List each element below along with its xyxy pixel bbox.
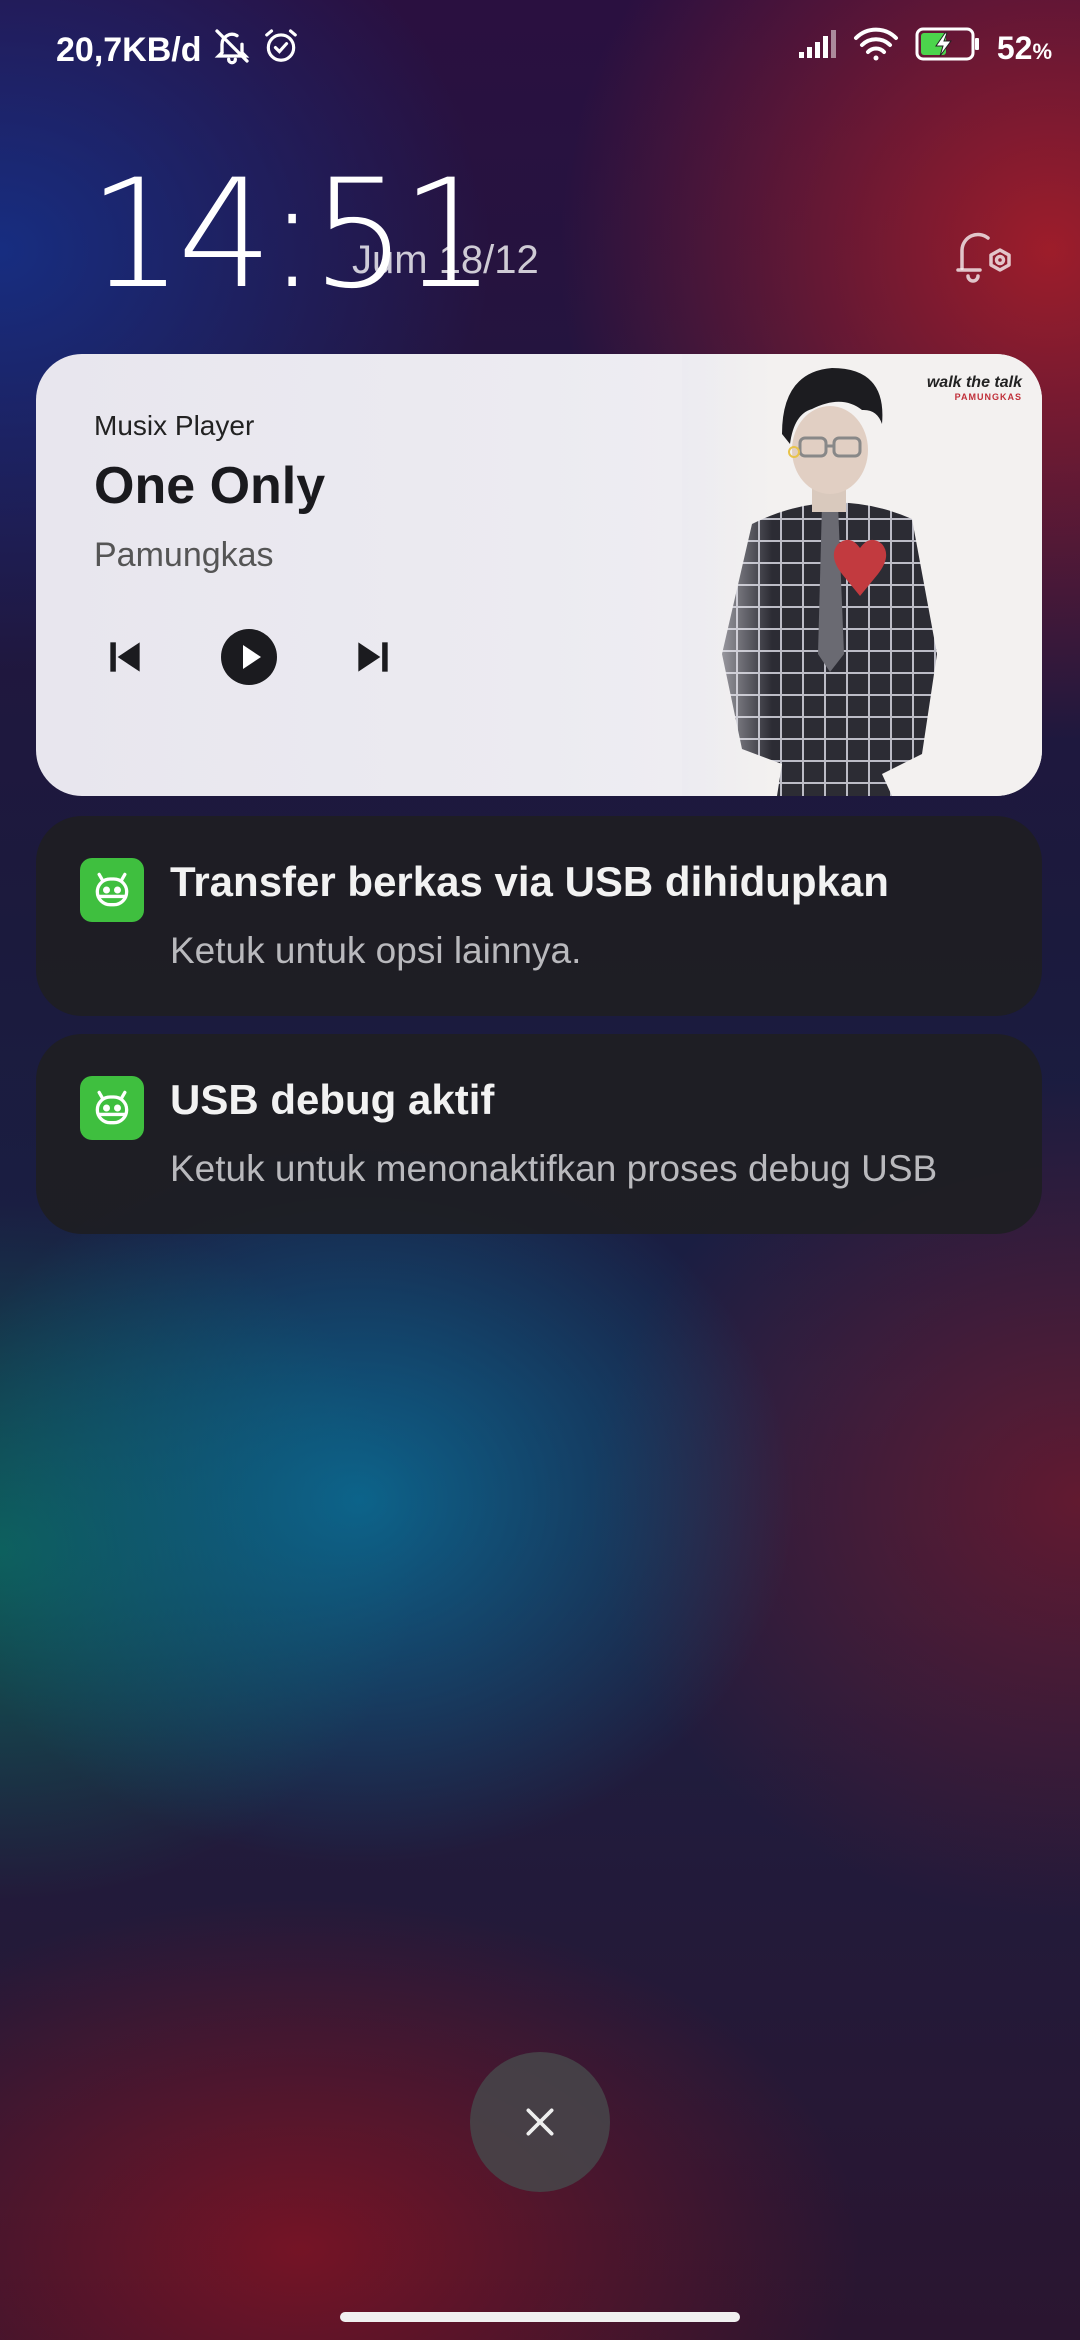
lockscreen-date: Jum 18/12 — [352, 238, 539, 282]
battery-charging-icon — [915, 27, 981, 69]
android-icon — [80, 1076, 144, 1140]
next-track-button[interactable] — [342, 626, 404, 688]
album-art: walk the talk PAMUNGKAS — [682, 354, 1042, 796]
notification-body: Ketuk untuk opsi lainnya. — [170, 930, 582, 971]
media-app-name: Musix Player — [94, 410, 255, 441]
media-artist: Pamungkas — [94, 536, 274, 574]
notification-settings-icon[interactable] — [950, 218, 1022, 290]
play-button[interactable] — [218, 626, 280, 688]
media-player-card[interactable]: Musix Player One Only Pamungkas walk the… — [36, 354, 1042, 796]
status-bar: 20,7KB/d 52% — [0, 0, 1080, 96]
close-icon — [526, 2108, 554, 2136]
network-speed: 20,7KB/d — [56, 31, 202, 69]
album-caption: walk the talk PAMUNGKAS — [927, 374, 1022, 402]
notification-title: USB debug aktif — [170, 1076, 495, 1123]
android-icon — [80, 858, 144, 922]
media-track-title: One Only — [94, 457, 326, 515]
skip-next-icon — [358, 642, 388, 672]
play-icon — [221, 629, 277, 685]
notification-usb-transfer[interactable]: Transfer berkas via USB dihidupkan Ketuk… — [36, 816, 1042, 1016]
home-indicator[interactable] — [340, 2312, 740, 2322]
signal-icon — [797, 28, 837, 68]
battery-percentage: 52% — [997, 30, 1052, 67]
notification-title: Transfer berkas via USB dihidupkan — [170, 858, 889, 905]
battery-percent-sign: % — [1032, 38, 1052, 64]
previous-track-button[interactable] — [94, 626, 156, 688]
status-left: 20,7KB/d — [56, 26, 300, 75]
media-controls — [94, 626, 404, 688]
wifi-icon — [853, 26, 899, 70]
clear-notifications-button[interactable] — [470, 2052, 610, 2192]
album-title-text: walk the talk — [926, 374, 1022, 391]
skip-previous-icon — [110, 642, 140, 672]
battery-percentage-value: 52 — [996, 29, 1033, 66]
mute-notifications-icon — [212, 26, 252, 75]
status-right: 52% — [797, 26, 1052, 70]
album-artist-text: PAMUNGKAS — [954, 392, 1022, 402]
notification-usb-debug[interactable]: USB debug aktif Ketuk untuk menonaktifka… — [36, 1034, 1042, 1234]
lockscreen-clock: 14:51 — [88, 148, 496, 322]
notification-body: Ketuk untuk menonaktifkan proses debug U… — [170, 1148, 938, 1189]
alarm-icon — [262, 27, 300, 74]
